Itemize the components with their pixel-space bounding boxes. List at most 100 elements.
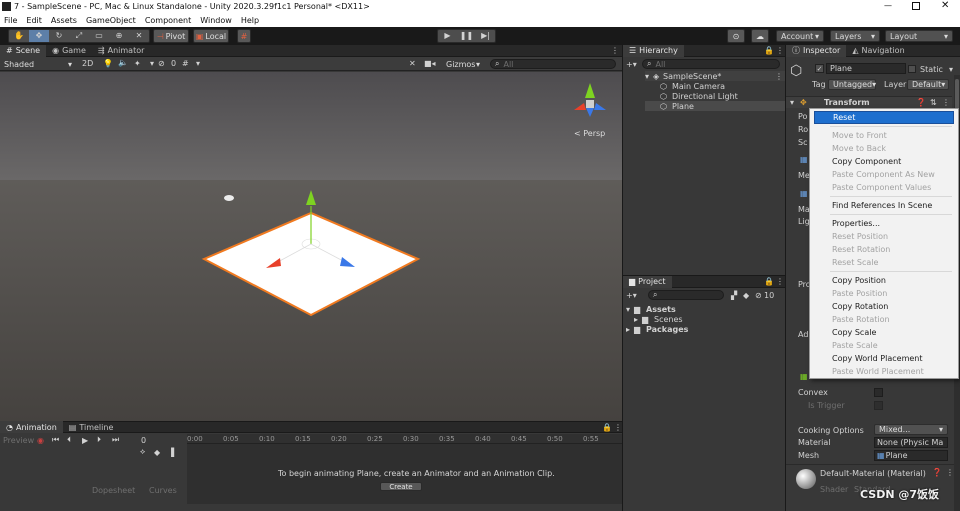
tab-project[interactable]: ▆ Project bbox=[623, 275, 672, 288]
tree-item-plane[interactable]: ⬡ Plane bbox=[645, 101, 785, 111]
rotate-tool-icon[interactable]: ↻ bbox=[49, 32, 69, 40]
pause-icon[interactable]: ❚❚ bbox=[457, 32, 476, 40]
menu-item-copy-world-placement[interactable]: Copy World Placement bbox=[810, 352, 958, 365]
2d-toggle[interactable]: 2D bbox=[82, 59, 93, 68]
audio-toggle-icon[interactable]: 🔈 bbox=[118, 58, 128, 67]
menu-edit[interactable]: Edit bbox=[26, 16, 42, 25]
chevron-down-icon[interactable]: ▾ bbox=[949, 65, 953, 74]
tab-game[interactable]: ◉ Game bbox=[46, 45, 92, 57]
cooking-options-dropdown[interactable]: Mixed... ▾ bbox=[874, 424, 948, 435]
shading-mode-dropdown[interactable]: Shaded ▾ bbox=[0, 58, 76, 70]
maximize-icon[interactable] bbox=[912, 2, 920, 10]
presets-icon[interactable]: ⇅ bbox=[930, 98, 937, 107]
more-options-icon[interactable]: ⋮ bbox=[775, 72, 783, 81]
filter-type-icon[interactable]: ▞ bbox=[731, 291, 743, 300]
filter-label-icon[interactable]: ◆ bbox=[743, 291, 755, 300]
hidden-packages-icon[interactable]: ⊘ bbox=[755, 291, 764, 300]
collider-mesh-field[interactable]: ▦ Plane bbox=[874, 450, 948, 461]
transform-tool-icon[interactable]: ⊕ bbox=[109, 32, 129, 40]
scene-viewport[interactable] bbox=[0, 72, 622, 421]
grid-toggle-icon[interactable]: # bbox=[182, 59, 189, 68]
next-key-icon[interactable]: ⏵ bbox=[97, 435, 112, 445]
menu-item-properties[interactable]: Properties... bbox=[810, 217, 958, 230]
add-event-icon[interactable]: ▐ bbox=[168, 448, 178, 457]
frame-field[interactable]: 0 bbox=[141, 436, 157, 445]
first-key-icon[interactable]: ⏮ bbox=[52, 435, 67, 445]
tab-navigation[interactable]: ◭ Navigation bbox=[846, 45, 910, 57]
account-dropdown[interactable]: Account ▾ bbox=[776, 30, 824, 42]
tab-scene[interactable]: # Scene bbox=[0, 44, 47, 57]
menu-component[interactable]: Component bbox=[145, 16, 191, 25]
add-key-icon[interactable]: ◆ bbox=[154, 448, 168, 457]
custom-tool-icon[interactable]: ✕ bbox=[129, 32, 149, 40]
tab-animator[interactable]: ⇶ Animator bbox=[92, 45, 150, 57]
help-icon[interactable]: ❓ bbox=[916, 98, 926, 107]
transform-header[interactable]: ▾ ✥ Transform ❓ ⇅ ⋮ bbox=[786, 96, 952, 108]
static-checkbox[interactable] bbox=[908, 65, 916, 73]
menu-file[interactable]: File bbox=[4, 16, 17, 25]
lock-icon[interactable]: 🔒 bbox=[764, 277, 774, 286]
layers-dropdown[interactable]: Layers ▾ bbox=[830, 30, 880, 42]
preview-toggle[interactable]: Preview bbox=[3, 436, 37, 445]
grid-snap-button[interactable]: # bbox=[237, 29, 251, 43]
hierarchy-search[interactable]: ⌕ All bbox=[642, 59, 780, 69]
menu-gameobject[interactable]: GameObject bbox=[86, 16, 136, 25]
lighting-toggle-icon[interactable]: 💡 bbox=[103, 59, 113, 68]
directional-light-icon[interactable] bbox=[224, 195, 234, 201]
tools-icon[interactable]: ✕ bbox=[409, 59, 416, 68]
more-options-icon[interactable]: ⋮ bbox=[776, 46, 784, 55]
layer-dropdown[interactable]: Default ▾ bbox=[907, 79, 949, 90]
convex-checkbox[interactable] bbox=[874, 388, 883, 397]
menu-item-reset[interactable]: Reset bbox=[814, 111, 954, 124]
menu-item-copy-rotation[interactable]: Copy Rotation bbox=[810, 300, 958, 313]
last-key-icon[interactable]: ⏭ bbox=[112, 435, 127, 445]
add-icon[interactable]: +▾ bbox=[626, 60, 642, 69]
tab-curves[interactable]: Curves bbox=[149, 486, 177, 495]
hand-tool-icon[interactable]: ✋ bbox=[9, 32, 29, 40]
tab-animation[interactable]: ◔ Animation bbox=[0, 421, 63, 433]
scale-tool-icon[interactable]: ⤢ bbox=[69, 32, 89, 40]
step-icon[interactable]: ▶| bbox=[476, 32, 495, 40]
menu-help[interactable]: Help bbox=[241, 16, 259, 25]
project-item-scenes[interactable]: ▸ ▆ Scenes bbox=[634, 314, 683, 324]
tree-item-directional-light[interactable]: ⬡ Directional Light bbox=[660, 91, 785, 101]
record-icon[interactable]: ◉ bbox=[37, 436, 48, 445]
help-icon[interactable]: ❓ bbox=[932, 468, 942, 477]
tab-hierarchy[interactable]: ☰ Hierarchy bbox=[623, 44, 684, 57]
lock-icon[interactable]: 🔒 bbox=[764, 46, 774, 55]
more-options-icon[interactable]: ⋮ bbox=[614, 423, 622, 432]
prev-key-icon[interactable]: ⏴ bbox=[67, 435, 82, 445]
local-toggle[interactable]: ▣ Local bbox=[193, 29, 229, 43]
project-search[interactable]: ⌕ bbox=[648, 290, 724, 300]
project-item-assets[interactable]: ▾ ▆ Assets bbox=[626, 304, 676, 314]
tag-dropdown[interactable]: Untagged ▾ bbox=[828, 79, 876, 90]
cloud-button[interactable]: ☁ bbox=[751, 29, 769, 43]
menu-item-copy-component[interactable]: Copy Component bbox=[810, 155, 958, 168]
filter-key-icon[interactable]: ⟡ bbox=[140, 447, 154, 457]
menu-assets[interactable]: Assets bbox=[51, 16, 77, 25]
move-tool-icon[interactable]: ✥ bbox=[29, 30, 49, 42]
minimize-icon[interactable]: — bbox=[884, 1, 894, 11]
tree-item-main-camera[interactable]: ⬡ Main Camera bbox=[660, 81, 785, 91]
perspective-label[interactable]: < Persp bbox=[574, 129, 605, 138]
more-options-icon[interactable]: ⋮ bbox=[942, 98, 950, 107]
more-options-icon[interactable]: ⋮ bbox=[946, 468, 954, 477]
menu-item-copy-position[interactable]: Copy Position bbox=[810, 274, 958, 287]
tab-dopesheet[interactable]: Dopesheet bbox=[92, 486, 135, 495]
more-options-icon[interactable]: ⋮ bbox=[611, 46, 619, 55]
play-icon[interactable]: ▶ bbox=[438, 32, 457, 40]
chevron-down-icon[interactable]: ▾ bbox=[150, 59, 154, 68]
tree-item-scene[interactable]: ▾ ◈ SampleScene* ⋮ bbox=[645, 71, 785, 81]
more-options-icon[interactable]: ⋮ bbox=[776, 277, 784, 286]
collab-button[interactable]: ⊙ bbox=[727, 29, 745, 43]
fx-toggle-icon[interactable]: ✦ bbox=[134, 59, 141, 68]
timeline-ruler[interactable]: 0:00 0:05 0:10 0:15 0:20 0:25 0:30 0:35 … bbox=[187, 434, 622, 444]
rect-tool-icon[interactable]: ▭ bbox=[89, 32, 109, 40]
physic-material-field[interactable]: None (Physic Ma bbox=[874, 437, 948, 448]
close-icon[interactable]: ✕ bbox=[941, 0, 949, 11]
orientation-gizmo-center[interactable] bbox=[586, 100, 594, 108]
pivot-toggle[interactable]: ⊣ Pivot bbox=[153, 29, 189, 43]
camera-icon[interactable]: ■◂ bbox=[424, 59, 436, 68]
menu-item-find-references-in-scene[interactable]: Find References In Scene bbox=[810, 199, 958, 212]
tab-inspector[interactable]: ⓘ Inspector bbox=[786, 44, 847, 57]
